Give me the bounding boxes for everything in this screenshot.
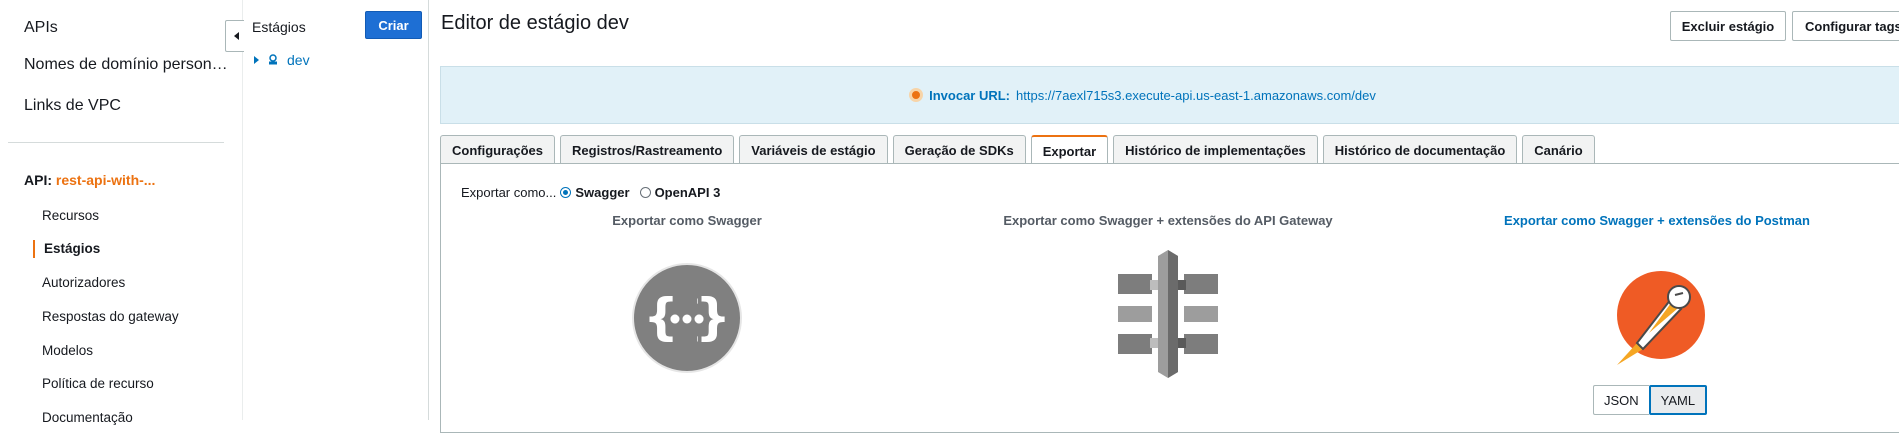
- swagger-icon[interactable]: { . { }: [631, 262, 743, 379]
- tab-canary[interactable]: Canário: [1522, 135, 1595, 164]
- radio-swagger-label[interactable]: Swagger: [575, 185, 629, 200]
- nav-item-gateway-responses[interactable]: Respostas do gateway: [42, 309, 179, 324]
- format-yaml-button[interactable]: YAML: [1648, 385, 1708, 415]
- api-name-label: rest-api-with-...: [55, 172, 156, 188]
- api-gateway-icon[interactable]: [1114, 250, 1222, 383]
- export-swagger-apigateway-title: Exportar como Swagger + extensões do API…: [1003, 213, 1333, 228]
- nav-item-apis[interactable]: APIs: [24, 19, 58, 37]
- export-swagger-postman-link[interactable]: Exportar como Swagger + extensões do Pos…: [1504, 213, 1810, 228]
- api-prefix-label: API:: [24, 172, 52, 188]
- nav-item-resources[interactable]: Recursos: [42, 208, 99, 223]
- left-navigation: APIs Nomes de domínio person… Links de V…: [0, 0, 243, 425]
- stages-title: Estágios: [252, 19, 306, 35]
- create-stage-button[interactable]: Criar: [365, 11, 422, 39]
- export-as-row: Exportar como... Swagger OpenAPI 3: [461, 185, 726, 200]
- radio-openapi3[interactable]: [639, 187, 651, 198]
- tab-settings[interactable]: Configurações: [440, 135, 556, 164]
- format-json-button[interactable]: JSON: [1593, 385, 1649, 415]
- export-panel: Exportar como... Swagger OpenAPI 3 Expor…: [440, 163, 1899, 433]
- invoke-url-link[interactable]: https://7aexl715s3.execute-api.us-east-1…: [1016, 88, 1376, 103]
- tab-logs-tracing[interactable]: Registros/Rastreamento: [560, 135, 735, 164]
- stage-label: dev: [287, 52, 310, 68]
- nav-item-resource-policy[interactable]: Política de recurso: [42, 376, 154, 391]
- expand-caret-icon[interactable]: [254, 56, 259, 64]
- radio-swagger[interactable]: [560, 187, 572, 198]
- export-swagger-title: Exportar como Swagger: [612, 213, 762, 228]
- api-name-link[interactable]: API: rest-api-with-...: [24, 172, 155, 188]
- stage-icon: [269, 54, 277, 65]
- active-indicator: [33, 240, 35, 258]
- main-content: Editor de estágio dev Excluir estágio Co…: [430, 0, 1899, 433]
- tab-deployment-history[interactable]: Histórico de implementações: [1113, 135, 1318, 164]
- stages-panel: Estágios Criar dev: [244, 0, 429, 420]
- radio-openapi3-label[interactable]: OpenAPI 3: [655, 185, 721, 200]
- delete-stage-button[interactable]: Excluir estágio: [1670, 11, 1786, 41]
- nav-item-authorizers[interactable]: Autorizadores: [42, 275, 125, 290]
- format-toggle: JSON YAML: [1593, 385, 1708, 415]
- page-title: Editor de estágio dev: [441, 12, 629, 34]
- tab-documentation-history[interactable]: Histórico de documentação: [1322, 135, 1518, 164]
- nav-item-models[interactable]: Modelos: [42, 343, 93, 358]
- nav-item-documentation[interactable]: Documentação: [42, 410, 133, 425]
- postman-icon[interactable]: [1609, 269, 1705, 374]
- stage-tabs: Configurações Registros/Rastreamento Var…: [440, 135, 1595, 165]
- caret-left-icon: [233, 32, 239, 40]
- tab-stage-variables[interactable]: Variáveis de estágio: [739, 135, 888, 164]
- export-as-label: Exportar como...: [461, 185, 557, 200]
- tab-export[interactable]: Exportar: [1030, 135, 1109, 165]
- stage-tree-item-dev[interactable]: dev: [254, 52, 310, 68]
- nav-item-vpc-links[interactable]: Links de VPC: [24, 97, 121, 115]
- configure-tags-button[interactable]: Configurar tags: [1792, 11, 1899, 41]
- invoke-url-label: Invocar URL:: [929, 87, 1011, 103]
- tab-sdk-generation[interactable]: Geração de SDKs: [892, 135, 1026, 164]
- invoke-url-banner: Invocar URL: https://7aexl715s3.execute-…: [440, 66, 1899, 124]
- nav-item-custom-domain-names[interactable]: Nomes de domínio person…: [24, 56, 228, 74]
- status-dot-icon: [909, 88, 924, 102]
- nav-item-stages[interactable]: Estágios: [44, 241, 100, 256]
- nav-divider: [8, 142, 224, 143]
